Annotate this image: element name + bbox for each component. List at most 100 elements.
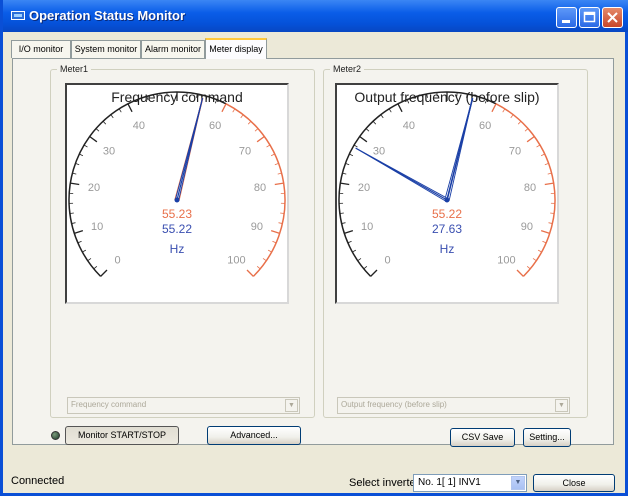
scale-tick [254,128,259,132]
meter1-unit: Hz [169,242,185,256]
scale-tick [526,265,531,270]
app-icon [11,11,25,20]
inverter-select[interactable]: No. 1[ 1] INV1 ▼ [413,474,527,492]
inverter-select-value: No. 1[ 1] INV1 [418,477,481,488]
meter1-item-select[interactable]: Frequency command ▼ [67,397,300,414]
meter2-select-value: Output frequency (before slip) [341,400,447,409]
meter2-readout-2: 27.63 [431,222,463,236]
scale-tick [416,96,419,101]
scale-tick [214,99,218,104]
scale-tick [270,153,275,157]
tab-alarm-monitor[interactable]: Alarm monitor [141,40,205,58]
scale-tick [466,93,468,98]
scale-tick [274,163,279,166]
tab-io-monitor[interactable]: I/O monitor [11,40,71,58]
maximize-icon [583,11,596,23]
meter2-group-label: Meter2 [330,64,365,74]
scale-tick [256,135,265,143]
scale-label: 70 [509,146,521,158]
chevron-down-icon[interactable]: ▼ [285,399,298,412]
scale-tick [388,108,392,113]
scale-label: 60 [479,120,491,132]
tab-label: I/O monitor [18,44,64,54]
chevron-down-icon[interactable]: ▼ [555,399,568,412]
meter1-readout-1: 55.23 [161,207,193,221]
scale-tick [246,269,254,277]
chevron-down-icon[interactable]: ▼ [511,476,525,490]
maximize-button[interactable] [579,7,600,28]
minimize-button[interactable] [556,7,577,28]
meter2-readout-1: 55.22 [431,207,463,221]
scale-tick [363,265,368,270]
tab-meter-display[interactable]: Meter display [205,38,267,59]
scale-tick [526,135,535,143]
tab-label: Alarm monitor [144,44,201,54]
setting-button[interactable]: Setting... [523,428,571,447]
scale-tick [266,144,271,148]
scale-tick [370,269,378,277]
scale-tick [70,182,80,186]
meter2-group: Meter2 Output frequency (before slip) 0 1… [323,64,588,418]
scale-tick [484,99,488,104]
scale-tick [475,96,478,101]
scale-tick [79,153,84,157]
scale-tick [232,108,236,113]
scale-tick [491,103,497,113]
scale-tick [342,172,347,175]
scale-tick [87,258,92,262]
meter1-select-value: Frequency command [71,400,147,409]
scale-tick [75,163,80,166]
csv-save-button[interactable]: CSV Save [450,428,515,447]
close-icon [607,12,618,23]
scale-tick [136,99,140,104]
scale-tick [540,153,545,157]
scale-label: 80 [524,182,536,194]
scale-tick [380,114,384,119]
meter-display-panel: Meter1 Frequency command 0 10 20 30 40 60 70 80… [12,58,614,445]
scale-label: 100 [227,254,245,266]
scale-tick [544,163,549,166]
scale-tick [221,103,227,113]
close-button[interactable]: Close [533,474,615,492]
scale-tick [72,172,77,175]
scale-tick [517,120,522,125]
scale-tick [397,103,403,113]
needle-pivot [444,197,450,203]
scale-tick [240,114,244,119]
scale-label: 80 [254,182,266,194]
meter1-group: Meter1 Frequency command 0 10 20 30 40 60 70 80… [50,64,315,418]
scale-label: 20 [358,182,370,194]
scale-tick [536,144,541,148]
scale-tick [359,135,368,143]
scale-label: 0 [385,254,391,266]
meter2-item-select[interactable]: Output frequency (before slip) ▼ [337,397,570,414]
scale-tick [544,182,554,186]
meter1-group-label: Meter1 [57,64,92,74]
tab-system-monitor[interactable]: System monitor [71,40,141,58]
scale-label: 40 [403,120,415,132]
scale-tick [547,172,552,175]
scale-tick [118,108,122,113]
scale-tick [357,258,362,262]
scale-tick [256,265,261,270]
needle-pivot [174,197,180,203]
meter1-readout-2: 55.22 [161,222,193,236]
scale-label: 0 [115,254,121,266]
scale-tick [262,258,267,262]
scale-tick [274,182,284,186]
scale-tick [83,144,88,148]
title-bar[interactable]: Operation Status Monitor [3,0,628,32]
close-window-button[interactable] [602,7,623,28]
advanced-button[interactable]: Advanced... [207,426,301,445]
scale-tick [516,269,524,277]
monitor-start-stop-button[interactable]: Monitor START/STOP [65,426,179,445]
scale-label: 30 [103,146,115,158]
meter2-unit: Hz [439,242,455,256]
scale-tick [196,93,198,98]
scale-label: 40 [133,120,145,132]
scale-tick [93,265,98,270]
scale-tick [532,258,537,262]
meter2-gauge: Output frequency (before slip) 0 10 20 30 40… [335,83,559,304]
scale-tick [95,128,100,132]
scale-tick [349,153,354,157]
